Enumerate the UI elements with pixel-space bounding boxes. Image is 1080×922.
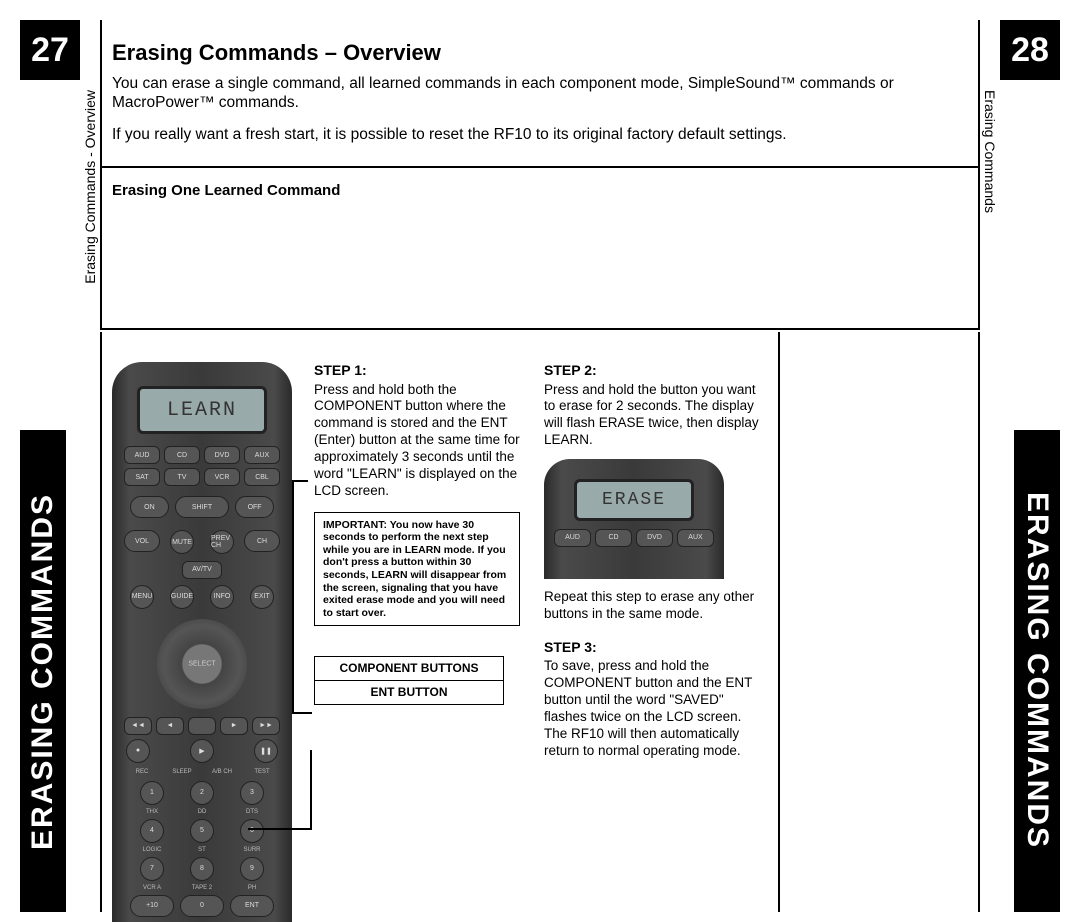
step2-repeat: Repeat this step to erase any other butt… xyxy=(544,589,766,623)
callout-line2: ENT BUTTON xyxy=(315,681,503,704)
step2-body: Press and hold the button you want to er… xyxy=(544,382,766,450)
remote-btn-5: 5 xyxy=(190,819,214,843)
remote-btn-1: 1 xyxy=(140,781,164,805)
remote-btn-fwd: ► xyxy=(220,717,248,735)
remote-sm-cd: CD xyxy=(595,529,632,547)
lbl-abch: A/B CH xyxy=(204,769,240,775)
page-number-right: 28 xyxy=(1000,20,1060,80)
remote-nav-ring xyxy=(157,619,247,709)
remote-btn-play: ▶ xyxy=(190,739,214,763)
sub-tab-right: Erasing Commands xyxy=(982,90,998,213)
step1-important: IMPORTANT: You now have 30 seconds to pe… xyxy=(314,512,520,627)
page-number-left: 27 xyxy=(20,20,80,80)
callout-line1: COMPONENT BUTTONS xyxy=(315,657,503,681)
overview-title: Erasing Commands – Overview xyxy=(112,40,968,66)
remote-btn-menu: MENU xyxy=(130,585,154,609)
section-tab-left: ERASING COMMANDS xyxy=(20,430,66,912)
overview-section: Erasing Commands – Overview You can eras… xyxy=(100,20,980,330)
lbl-dts: DTS xyxy=(230,809,274,815)
remote-btn-ff: ►► xyxy=(252,717,280,735)
remote-btn-prevch: PREV CH xyxy=(210,530,234,554)
remote-btn-mute: MUTE xyxy=(170,530,194,554)
remote-btn-rew: ◄◄ xyxy=(124,717,152,735)
remote-sm-aud: AUD xyxy=(554,529,591,547)
remote-btn-cbl: CBL xyxy=(244,468,280,486)
remote-btn-0: 0 xyxy=(180,895,224,917)
remote-btn-back: ◄ xyxy=(156,717,184,735)
remote-btn-aud: AUD xyxy=(124,446,160,464)
lbl-dd: DD xyxy=(180,809,224,815)
remote-btn-dvd: DVD xyxy=(204,446,240,464)
remote-btn-ent: ENT xyxy=(230,895,274,917)
lbl-ph: PH xyxy=(230,885,274,891)
remote-illustration-small: ERASE AUD CD DVD AUX xyxy=(544,459,724,579)
lbl-rec: REC xyxy=(124,769,160,775)
remote-illustration: LEARN AUD CD DVD AUX SAT TV VCR CBL ON S… xyxy=(112,362,292,922)
remote-btn-ch: CH xyxy=(244,530,280,552)
remote-btn-2: 2 xyxy=(190,781,214,805)
overview-subheading: Erasing One Learned Command xyxy=(102,168,978,205)
lbl-tape2: TAPE 2 xyxy=(180,885,224,891)
leader-line-icon xyxy=(248,828,312,830)
remote-btn-stop xyxy=(188,717,216,735)
remote-btn-plus10: +10 xyxy=(130,895,174,917)
remote-btn-avtv: AV/TV xyxy=(182,561,222,579)
lcd-learn: LEARN xyxy=(137,386,267,434)
step2-title: STEP 2: xyxy=(544,362,766,380)
remote-btn-vol: VOL xyxy=(124,530,160,552)
overview-p1: You can erase a single command, all lear… xyxy=(112,74,968,113)
remote-btn-rec: ● xyxy=(126,739,150,763)
sub-tab-left: Erasing Commands - Overview xyxy=(82,90,98,284)
steps-section: LEARN AUD CD DVD AUX SAT TV VCR CBL ON S… xyxy=(100,332,980,912)
step3-body: To save, press and hold the COMPONENT bu… xyxy=(544,658,766,759)
manual-spread: 27 28 ERASING COMMANDS ERASING COMMANDS … xyxy=(0,0,1080,912)
remote-btn-pause: ❚❚ xyxy=(254,739,278,763)
remote-illustration-column: LEARN AUD CD DVD AUX SAT TV VCR CBL ON S… xyxy=(102,332,302,912)
step23-column: STEP 2: Press and hold the button you wa… xyxy=(532,332,778,912)
remote-btn-tv: TV xyxy=(164,468,200,486)
remote-btn-shift: SHIFT xyxy=(175,496,229,518)
remote-btn-sat: SAT xyxy=(124,468,160,486)
remote-btn-guide: GUIDE xyxy=(170,585,194,609)
leader-line-icon xyxy=(310,750,312,829)
remote-btn-aux: AUX xyxy=(244,446,280,464)
remote-btn-8: 8 xyxy=(190,857,214,881)
remote-btn-info: INFO xyxy=(210,585,234,609)
overview-p2: If you really want a fresh start, it is … xyxy=(112,125,968,144)
step3-title: STEP 3: xyxy=(544,639,766,657)
remote-btn-exit: EXIT xyxy=(250,585,274,609)
leader-line-icon xyxy=(292,712,312,714)
right-blank-panel xyxy=(778,332,978,912)
lbl-test: TEST xyxy=(244,769,280,775)
lbl-sleep: SLEEP xyxy=(164,769,200,775)
lbl-st: ST xyxy=(180,847,224,853)
remote-btn-off: OFF xyxy=(235,496,274,518)
remote-btn-vcr: VCR xyxy=(204,468,240,486)
remote-btn-9: 9 xyxy=(240,857,264,881)
remote-btn-cd: CD xyxy=(164,446,200,464)
remote-btn-6: 6 xyxy=(240,819,264,843)
lbl-logic: LOGIC xyxy=(130,847,174,853)
section-tab-right: ERASING COMMANDS xyxy=(1014,430,1060,912)
lbl-vcra: VCR A xyxy=(130,885,174,891)
remote-sm-aux: AUX xyxy=(677,529,714,547)
lcd-erase: ERASE xyxy=(574,479,694,521)
step1-title: STEP 1: xyxy=(314,362,520,380)
lbl-thx: THX xyxy=(130,809,174,815)
leader-line-icon xyxy=(292,480,294,712)
callout-box: COMPONENT BUTTONS ENT BUTTON xyxy=(314,656,504,705)
remote-btn-3: 3 xyxy=(240,781,264,805)
step1-body: Press and hold both the COMPONENT button… xyxy=(314,382,520,500)
lbl-surr: SURR xyxy=(230,847,274,853)
remote-btn-4: 4 xyxy=(140,819,164,843)
remote-sm-dvd: DVD xyxy=(636,529,673,547)
remote-btn-on: ON xyxy=(130,496,169,518)
leader-line-icon xyxy=(292,480,308,482)
remote-btn-7: 7 xyxy=(140,857,164,881)
step1-column: STEP 1: Press and hold both the COMPONEN… xyxy=(302,332,532,912)
